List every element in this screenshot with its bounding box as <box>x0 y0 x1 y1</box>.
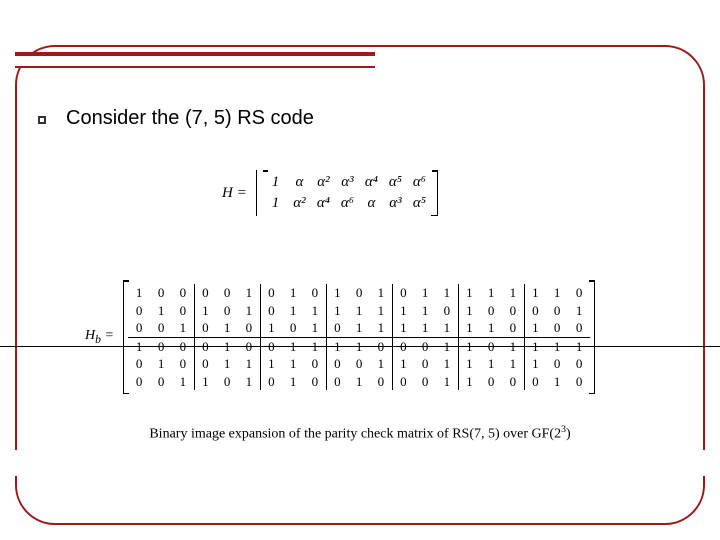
matrix-h-rows: 1αα²α³α⁴α⁵α⁶1α²α⁴α⁶αα³α⁵ <box>263 172 431 214</box>
title-bar-rule <box>15 52 375 68</box>
frame-notch-left <box>12 450 20 476</box>
matrix-hb-brackets: 1000010101010111111100101010111111101000… <box>123 280 595 394</box>
bullet-square-icon <box>38 116 46 124</box>
caption-text: Binary image expansion of the parity che… <box>0 424 720 443</box>
headline-text: Consider the (7, 5) RS code <box>66 107 314 130</box>
matrix-h-equation: H = 1αα²α³α⁴α⁵α⁶1α²α⁴α⁶αα³α⁵ <box>222 170 438 216</box>
matrix-hb-equation: Hb = 10000101010101111111001010101111111… <box>85 280 595 394</box>
matrix-h-label: H = <box>222 185 247 202</box>
caption-suffix: ) <box>566 427 571 442</box>
matrix-hb-label: Hb = <box>85 328 114 346</box>
matrix-h-brackets: 1αα²α³α⁴α⁵α⁶1α²α⁴α⁶αα³α⁵ <box>256 170 438 216</box>
frame-notch-right <box>700 450 708 476</box>
caption-prefix: Binary image expansion of the parity che… <box>149 427 561 442</box>
matrix-hb-table: 1000010101010111111100101010111111101000… <box>128 284 590 390</box>
